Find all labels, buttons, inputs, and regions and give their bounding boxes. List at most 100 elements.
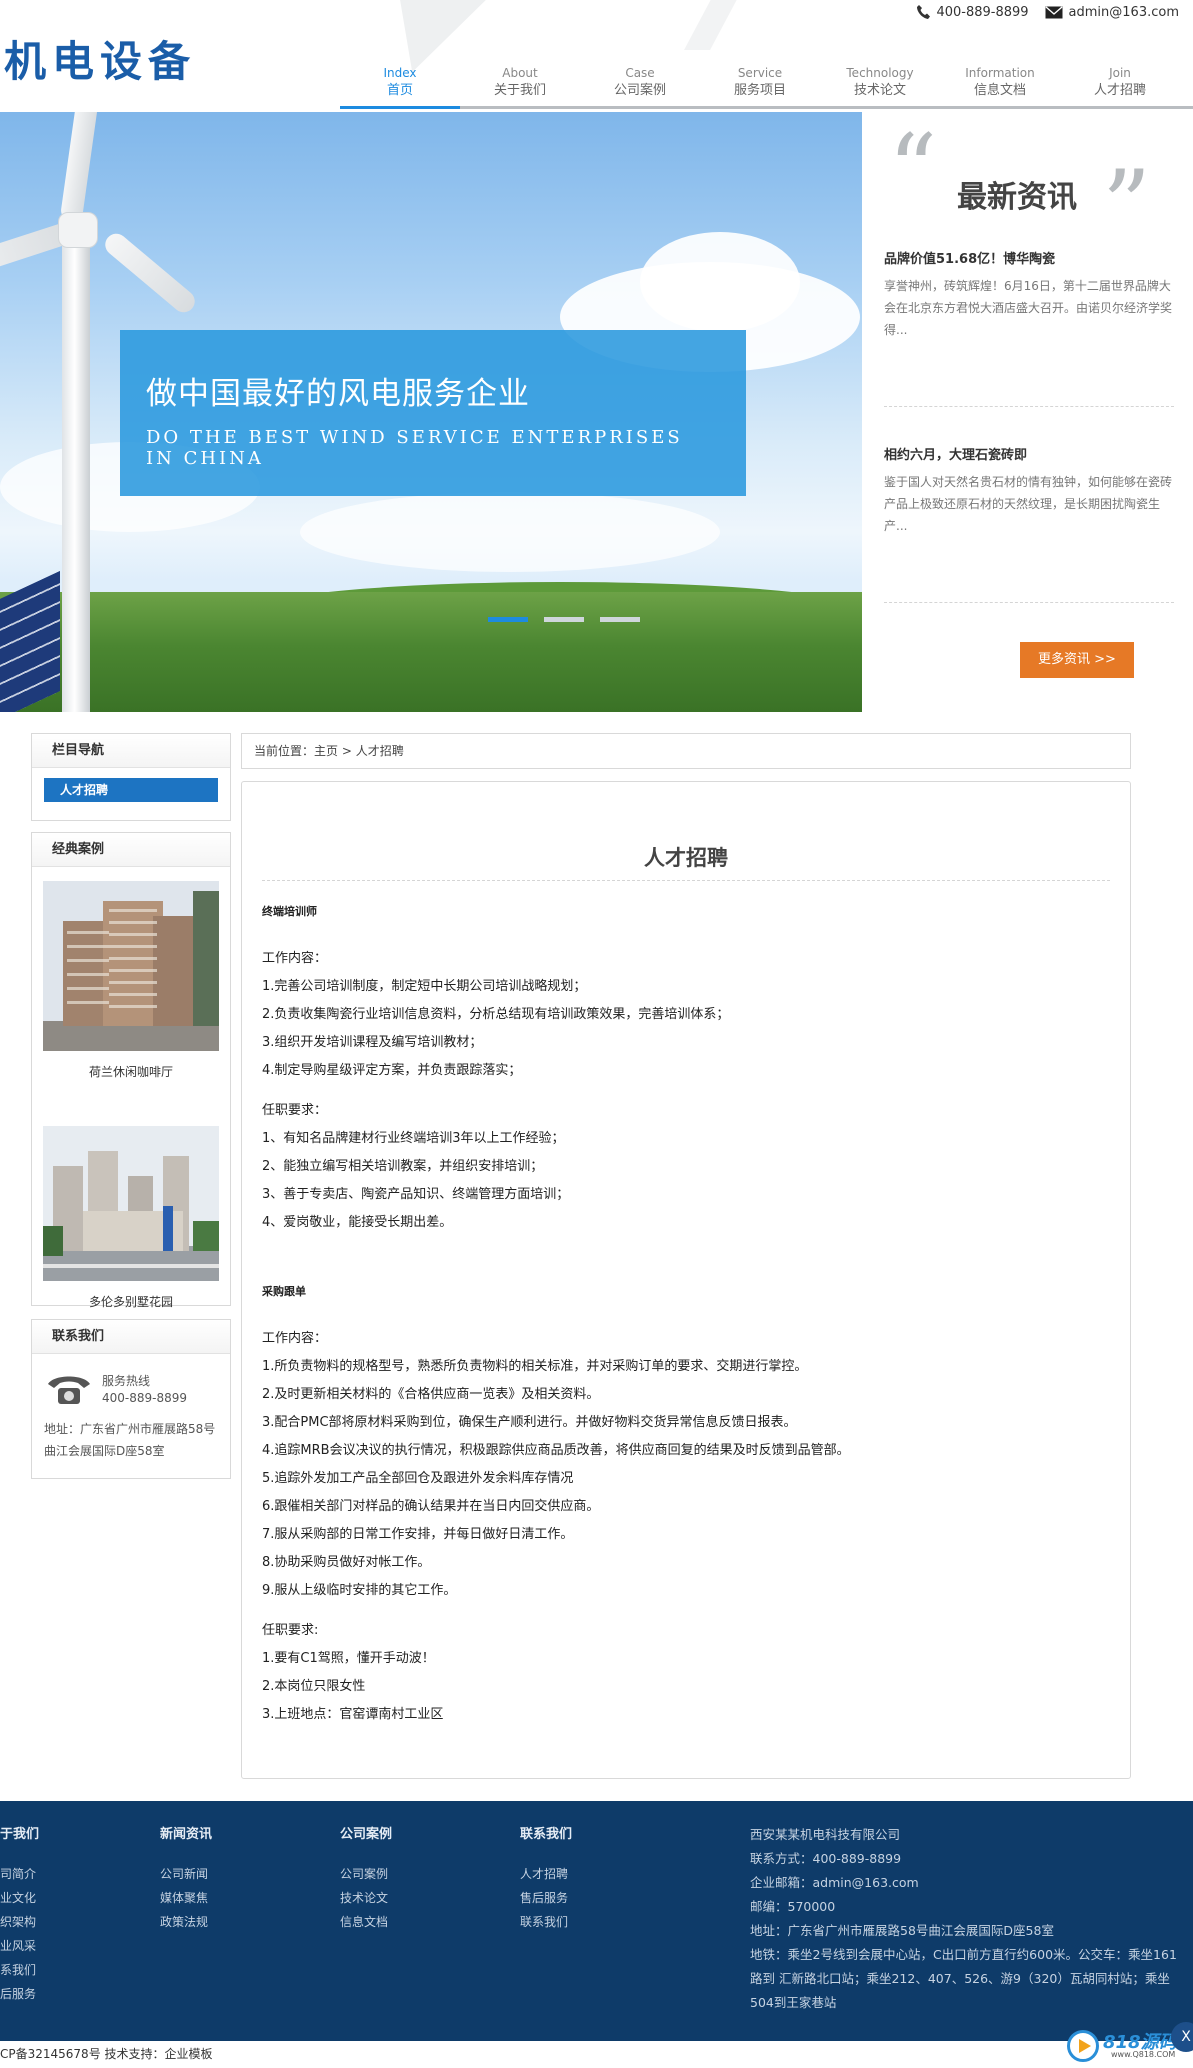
- hero-banner: 做中国最好的风电服务企业 DO THE BEST WIND SERVICE EN…: [0, 112, 862, 712]
- duty-line: 4.制定导购星级评定方案，并负责跟踪落实；: [262, 1063, 522, 1078]
- requirement-line: 4、爱岗敬业，能接受长期出差。: [262, 1215, 453, 1230]
- banner-caption: 做中国最好的风电服务企业 DO THE BEST WIND SERVICE EN…: [120, 330, 746, 496]
- duty-line: 3.组织开发培训课程及编写培训教材；: [262, 1035, 483, 1050]
- sidebar-address: 地址：广东省广州市雁展路58号曲江会展国际D座58室: [44, 1422, 216, 1458]
- cloud: [300, 492, 720, 572]
- nav-underline: [340, 106, 1193, 109]
- hotline-label: 服务热线: [102, 1374, 151, 1388]
- footer-link[interactable]: 联系我们: [520, 1910, 572, 1934]
- footer-link[interactable]: 业风采: [0, 1934, 39, 1958]
- case-item[interactable]: 多伦多别墅花园: [32, 1098, 230, 1310]
- banner-title: 做中国最好的风电服务企业: [146, 376, 530, 412]
- footer-link[interactable]: 信息文档: [340, 1910, 392, 1934]
- news-summary: 享誉神州，砖筑辉煌！6月16日，第十二届世界品牌大会在北京东方君悦大酒店盛大召开…: [884, 279, 1173, 337]
- footer-link[interactable]: 后服务: [0, 1982, 39, 2006]
- nav-item-information[interactable]: Information 信息文档: [940, 64, 1060, 100]
- nav-item-case[interactable]: Case 公司案例: [580, 64, 700, 100]
- article-body: 终端培训师 工作内容： 1.完善公司培训制度，制定短中长期公司培训战略规划； 2…: [242, 881, 1130, 1751]
- watermark-badge[interactable]: 818源码 www.Q818.COM X: [1067, 2022, 1193, 2066]
- footer-company-info: 西安某某机电科技有限公司 联系方式：400-889-8899 企业邮箱：admi…: [750, 1823, 1180, 2015]
- nav-label-en: Information: [965, 66, 1035, 80]
- duty-label: 工作内容：: [262, 1331, 328, 1346]
- requirement-label: 任职要求:: [262, 1623, 319, 1638]
- footer-link[interactable]: 系我们: [0, 1958, 39, 1982]
- nav-item-about[interactable]: About 关于我们: [460, 64, 580, 100]
- main-nav: Index 首页 About 关于我们 Case 公司案例 Service 服务项目 T…: [340, 64, 1180, 100]
- case-caption[interactable]: 荷兰休闲咖啡厅: [32, 1063, 230, 1080]
- sidebar-nav-title: 栏目导航: [32, 734, 230, 768]
- news-summary: 鉴于国人对天然名贵石材的情有独钟，如何能够在瓷砖产品上极致还原石材的天然纹理，是…: [884, 475, 1173, 533]
- footer-link[interactable]: 媒体聚焦: [160, 1886, 212, 1910]
- slider-dot-2[interactable]: [544, 617, 584, 622]
- footer-link[interactable]: 技术论文: [340, 1886, 392, 1910]
- duty-line: 2.负责收集陶瓷行业培训信息资料，分析总结现有培训政策效果，完善培训体系；: [262, 1007, 730, 1022]
- play-logo-icon: [1067, 2030, 1099, 2062]
- footer-transit: 地铁：乘坐2号线到会展中心站，C出口前方直行约600米。公交车：乘坐161路到 …: [750, 1947, 1177, 2010]
- nav-label-en: Join: [1109, 66, 1131, 80]
- duty-line: 3.配合PMC部将原材料采购到位，确保生产顺利进行。并做好物料交货异常信息反馈日…: [262, 1415, 797, 1430]
- breadcrumb-home-link[interactable]: 主页: [314, 744, 338, 758]
- footer-link[interactable]: 司简介: [0, 1862, 39, 1886]
- case-image-building[interactable]: [43, 881, 219, 1051]
- requirement-line: 1、有知名品牌建材行业终端培训3年以上工作经验；: [262, 1131, 565, 1146]
- news-item[interactable]: 相约六月，大理石瓷砖即 鉴于国人对天然名贵石材的情有独钟，如何能够在瓷砖产品上极…: [884, 444, 1174, 537]
- top-contact-bar: 400-889-8899 admin@163.com: [916, 4, 1179, 20]
- requirement-line: 2、能独立编写相关培训教案，并组织安排培训；: [262, 1159, 544, 1174]
- news-divider: [884, 406, 1174, 407]
- footer-link[interactable]: 公司案例: [340, 1862, 392, 1886]
- breadcrumb-prefix: 当前位置：: [254, 744, 315, 758]
- job-title: 采购跟单: [262, 1285, 306, 1298]
- duty-label: 工作内容：: [262, 951, 328, 966]
- top-phone: 400-889-8899: [916, 4, 1029, 20]
- top-email-address: admin@163.com: [1068, 4, 1179, 20]
- nav-label-en: Service: [737, 66, 783, 80]
- nav-label-zh: 服务项目: [733, 83, 786, 98]
- duty-line: 2.及时更新相关材料的《合格供应商一览表》及相关资料。: [262, 1387, 600, 1402]
- wind-turbine-tower: [62, 222, 90, 712]
- nav-label-zh: 技术论文: [853, 83, 906, 98]
- nav-item-service[interactable]: Service 服务项目: [700, 64, 820, 100]
- news-headline[interactable]: 相约六月，大理石瓷砖即: [884, 444, 1174, 463]
- nav-item-index[interactable]: Index 首页: [340, 64, 460, 100]
- case-image-villa[interactable]: [43, 1126, 219, 1281]
- duty-line: 1.完善公司培训制度，制定短中长期公司培训战略规划；: [262, 979, 587, 994]
- turbine-blade: [59, 112, 103, 223]
- footer-link[interactable]: 织架构: [0, 1910, 39, 1934]
- case-item[interactable]: 荷兰休闲咖啡厅: [32, 867, 230, 1080]
- footer-link[interactable]: 政策法规: [160, 1910, 212, 1934]
- phone-icon: [917, 5, 931, 19]
- nav-label-zh: 首页: [386, 83, 413, 98]
- footer-column-title: 联系我们: [520, 1827, 573, 1842]
- footer-column-title: 新闻资讯: [160, 1827, 213, 1842]
- more-news-button[interactable]: 更多资讯 >>: [1020, 642, 1134, 678]
- duty-line: 5.追踪外发加工产品全部回仓及跟进外发余料库存情况: [262, 1471, 574, 1486]
- footer-link[interactable]: 公司新闻: [160, 1862, 212, 1886]
- news-headline[interactable]: 品牌价值51.68亿！博华陶瓷: [884, 248, 1174, 267]
- nav-item-join[interactable]: Join 人才招聘: [1060, 64, 1180, 100]
- slider-dot-1[interactable]: [488, 617, 528, 622]
- site-header: 机电设备 400-889-8899 admin@163.com Index 首页 …: [0, 0, 1193, 112]
- hotline-number: 400-889-8899: [102, 1391, 188, 1405]
- case-caption[interactable]: 多伦多别墅花园: [32, 1293, 230, 1310]
- slider-dot-3[interactable]: [600, 617, 640, 622]
- slider-dots: [488, 617, 640, 622]
- footer-column-contact: 联系我们 人才招聘 售后服务 联系我们: [520, 1823, 572, 1934]
- close-icon[interactable]: X: [1171, 2022, 1193, 2052]
- site-logo[interactable]: 机电设备: [4, 28, 196, 89]
- breadcrumb-current: 人才招聘: [355, 744, 404, 758]
- duty-line: 4.追踪MRB会议决议的执行情况，积极跟踪供应商品质改善，将供应商回复的结果及时…: [262, 1443, 850, 1458]
- sidebar-nav-box: 栏目导航 人才招聘: [31, 733, 231, 821]
- footer-link[interactable]: 业文化: [0, 1886, 39, 1910]
- news-item[interactable]: 品牌价值51.68亿！博华陶瓷 享誉神州，砖筑辉煌！6月16日，第十二届世界品牌…: [884, 248, 1174, 341]
- duty-line: 8.协助采购员做好对帐工作。: [262, 1555, 431, 1570]
- footer-link[interactable]: 售后服务: [520, 1886, 572, 1910]
- requirement-line: 1.要有C1驾照，懂开手动波！: [262, 1651, 435, 1666]
- footer-address: 地址：广东省广州市雁展路58号曲江会展国际D座58室: [750, 1923, 1054, 1938]
- nav-item-technology[interactable]: Technology 技术论文: [820, 64, 940, 100]
- sidebar-cases-title: 经典案例: [32, 833, 230, 867]
- sidebar-item-recruit[interactable]: 人才招聘: [44, 778, 218, 802]
- footer-link[interactable]: 人才招聘: [520, 1862, 572, 1886]
- job-title: 终端培训师: [262, 905, 317, 918]
- nav-label-zh: 人才招聘: [1093, 83, 1146, 98]
- footer-email: 企业邮箱：admin@163.com: [750, 1875, 919, 1890]
